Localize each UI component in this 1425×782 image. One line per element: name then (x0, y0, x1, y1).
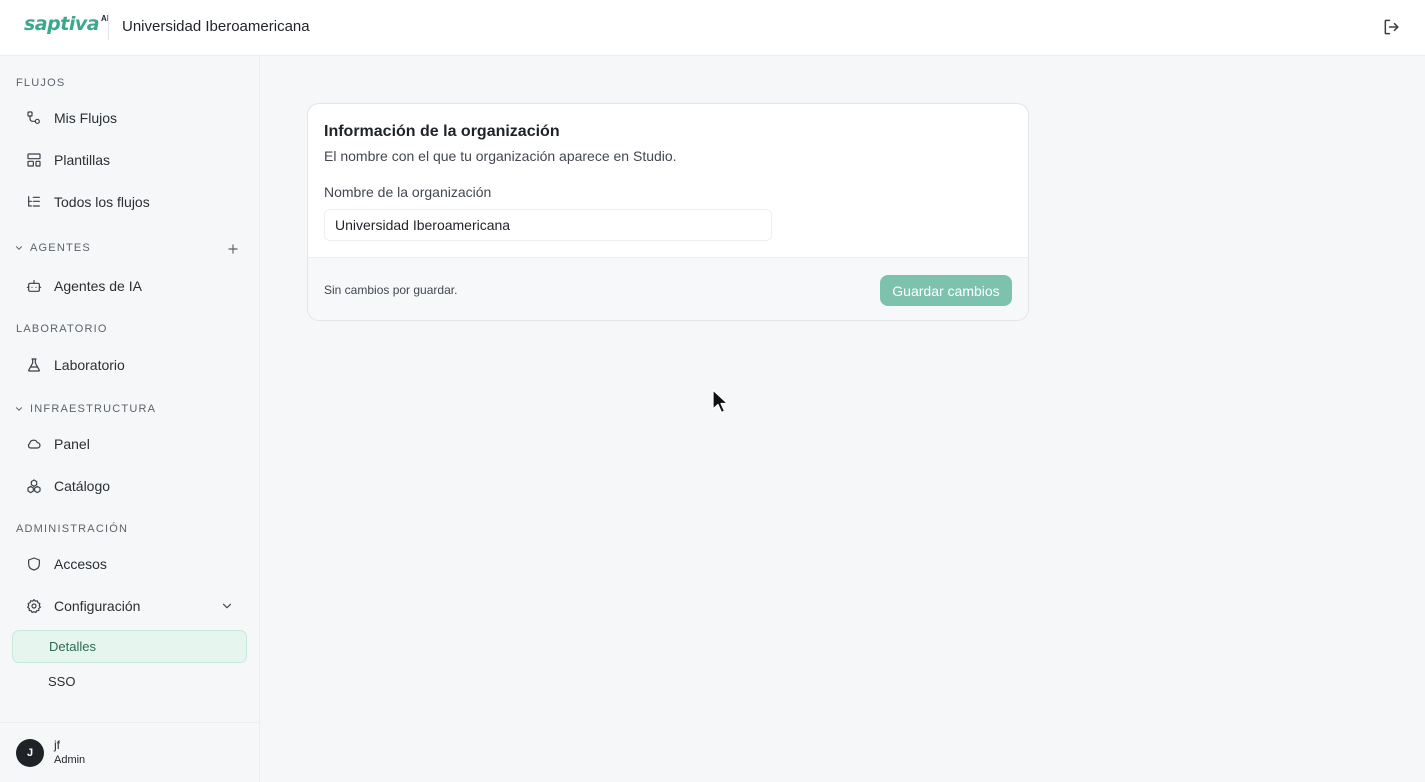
sidebar-item-label: Configuración (54, 598, 141, 614)
user-role: Admin (54, 754, 86, 766)
sidebar-item-label: Todos los flujos (54, 194, 150, 210)
section-label-text: INFRAESTRUCTURA (30, 403, 157, 415)
boxes-icon (27, 479, 41, 494)
sidebar-subitem-sso[interactable]: SSO (12, 665, 247, 698)
section-label-infraestructura[interactable]: INFRAESTRUCTURA (16, 403, 156, 415)
flow-icon (27, 111, 40, 124)
section-label-administracion: ADMINISTRACIÓN (16, 523, 129, 535)
save-changes-button[interactable]: Guardar cambios (880, 275, 1012, 306)
chevron-down-icon (222, 603, 232, 609)
list-tree-icon (28, 196, 40, 207)
card-description: El nombre con el que tu organización apa… (324, 148, 677, 164)
top-bar: saptiva AI Universidad Iberoamericana (0, 0, 1425, 56)
sidebar-item-label: Mis Flujos (54, 110, 118, 126)
sidebar-item-label: Laboratorio (54, 357, 125, 373)
add-agent-button[interactable] (226, 242, 240, 256)
flask-icon (28, 358, 40, 372)
sidebar-subitem-label: SSO (48, 674, 76, 689)
chevron-down-icon (16, 246, 22, 250)
saptiva-logo[interactable]: saptiva AI (24, 13, 109, 35)
bot-icon (26, 280, 42, 292)
save-status-text: Sin cambios por guardar. (324, 283, 458, 297)
user-name: jf (54, 738, 60, 752)
sidebar-item-laboratorio[interactable]: Laboratorio (12, 347, 248, 383)
sidebar-item-label: Panel (54, 436, 90, 452)
sidebar-item-label: Agentes de IA (54, 278, 142, 294)
avatar: J (16, 739, 44, 767)
chevron-down-icon (16, 407, 22, 411)
sidebar-item-plantillas[interactable]: Plantillas (12, 142, 248, 178)
section-label-agentes[interactable]: AGENTES (16, 242, 91, 254)
section-label-text: AGENTES (30, 242, 91, 254)
sidebar-subitem-detalles[interactable]: Detalles (12, 630, 247, 663)
organization-title: Universidad Iberoamericana (122, 18, 310, 35)
sidebar-item-mis-flujos[interactable]: Mis Flujos (12, 100, 248, 136)
card-title: Información de la organización (324, 123, 560, 140)
sidebar: FLUJOS Mis Flujos Plantillas Todos los f… (0, 56, 260, 782)
plus-icon (228, 244, 238, 254)
card-footer: Sin cambios por guardar. Guardar cambios (308, 257, 1028, 320)
sidebar-item-label: Accesos (54, 556, 107, 572)
sidebar-item-configuracion[interactable]: Configuración (12, 588, 248, 624)
sidebar-subitem-label: Detalles (49, 639, 96, 654)
logout-icon (1384, 19, 1399, 35)
logout-button[interactable] (1382, 17, 1402, 37)
organization-name-label: Nombre de la organización (324, 184, 492, 200)
template-icon (27, 153, 41, 167)
sidebar-item-label: Catálogo (54, 478, 111, 494)
cloud-icon (27, 439, 41, 449)
header-divider (108, 14, 109, 40)
gear-icon (27, 599, 41, 614)
sidebar-item-accesos[interactable]: Accesos (12, 546, 248, 582)
sidebar-item-agentes-de-ia[interactable]: Agentes de IA (12, 268, 248, 304)
organization-name-input[interactable] (324, 209, 772, 241)
user-profile[interactable]: J jf Admin (0, 722, 259, 782)
organization-info-card: Información de la organización El nombre… (307, 103, 1029, 321)
logo-wordmark: saptiva (24, 13, 100, 35)
section-label-laboratorio: LABORATORIO (16, 323, 108, 335)
mouse-cursor-icon (712, 389, 729, 414)
sidebar-item-panel[interactable]: Panel (12, 426, 248, 462)
section-label-flujos: FLUJOS (16, 77, 66, 89)
shield-icon (28, 557, 40, 571)
sidebar-item-catalogo[interactable]: Catálogo (12, 468, 248, 504)
sidebar-item-todos-los-flujos[interactable]: Todos los flujos (12, 184, 248, 220)
sidebar-item-label: Plantillas (54, 152, 111, 168)
